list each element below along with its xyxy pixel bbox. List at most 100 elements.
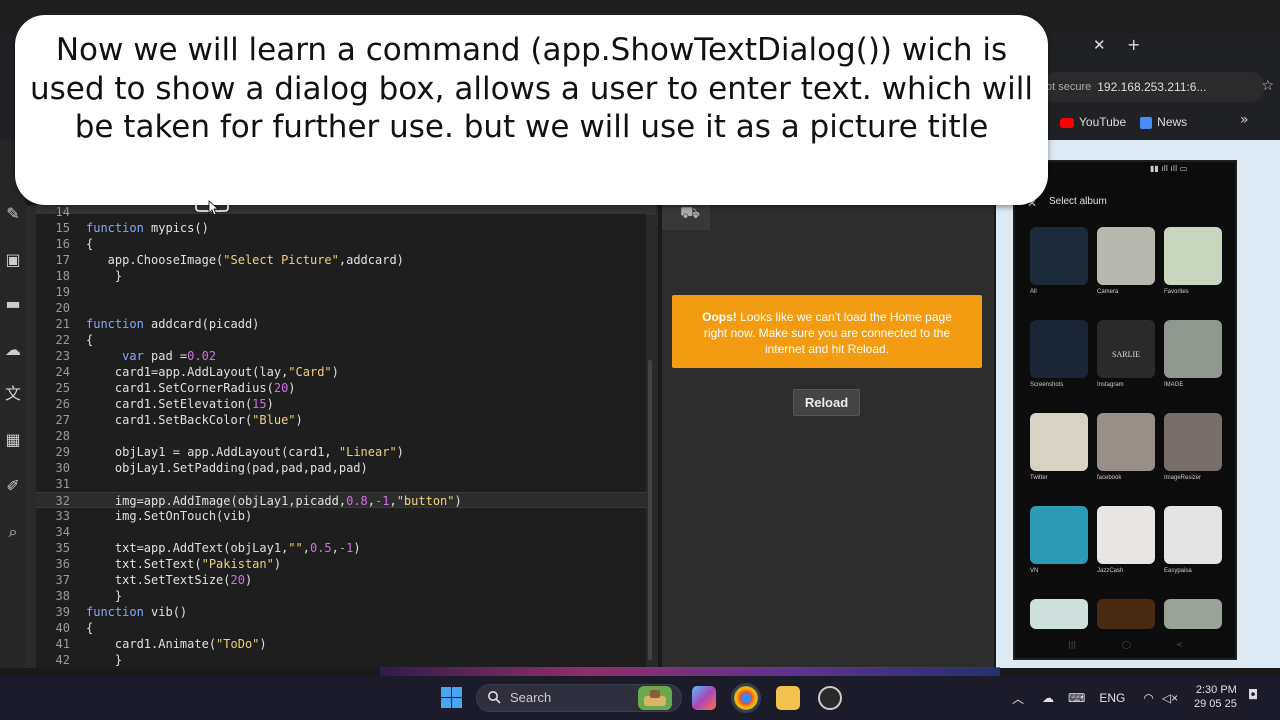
code-line[interactable]: 15 function mypics() <box>36 220 646 236</box>
code-text[interactable]: function vib() <box>86 604 187 620</box>
code-text[interactable]: } <box>86 268 122 284</box>
code-text[interactable]: card1.Animate("ToDo") <box>86 636 267 652</box>
nav-back-icon[interactable]: < <box>1176 640 1183 649</box>
language-indicator[interactable]: ENG <box>1099 691 1125 705</box>
code-text[interactable]: card1.SetCornerRadius(20) <box>86 380 296 396</box>
album-thumbnail[interactable] <box>1164 599 1222 629</box>
code-line[interactable]: 31 <box>36 476 646 492</box>
code-line[interactable]: 39 function vib() <box>36 604 646 620</box>
code-line[interactable]: 14 <box>36 204 646 220</box>
file-explorer-icon[interactable] <box>776 686 800 710</box>
code-line[interactable]: 21 function addcard(picadd) <box>36 316 646 332</box>
code-text[interactable]: card1.SetElevation(15) <box>86 396 274 412</box>
translate-icon[interactable]: 文 <box>3 384 23 404</box>
notification-icon[interactable]: ◘ <box>1248 688 1258 703</box>
bookmark-star-icon[interactable]: ☆ <box>1261 78 1274 94</box>
chip-icon[interactable]: ▦ <box>3 430 23 450</box>
code-text[interactable]: { <box>86 236 93 252</box>
code-line[interactable]: 38 } <box>36 588 646 604</box>
code-line[interactable]: 22 { <box>36 332 646 348</box>
album-thumbnail[interactable]: SARLIE <box>1097 320 1155 378</box>
obs-icon[interactable] <box>818 686 842 710</box>
album-thumbnail[interactable] <box>1097 506 1155 564</box>
code-text[interactable]: txt.SetTextSize(20) <box>86 572 252 588</box>
editor-scrollbar[interactable] <box>648 360 652 660</box>
code-text[interactable]: } <box>86 588 122 604</box>
code-text[interactable]: { <box>86 620 93 636</box>
code-line[interactable]: 19 <box>36 284 646 300</box>
windows-start-icon[interactable] <box>441 687 463 709</box>
code-line[interactable]: 17 app.ChooseImage("Select Picture",addc… <box>36 252 646 268</box>
volume-icon[interactable]: ◁× <box>1162 691 1178 705</box>
reload-button[interactable]: Reload <box>793 389 860 416</box>
code-line[interactable]: 16 { <box>36 236 646 252</box>
nav-home-icon[interactable]: ◯ <box>1122 640 1131 649</box>
address-url[interactable]: 192.168.253.211:6... <box>1097 80 1206 94</box>
code-line[interactable]: 40 { <box>36 620 646 636</box>
cart-icon[interactable]: ⛟ <box>680 203 700 224</box>
code-line[interactable]: 29 objLay1 = app.AddLayout(card1, "Linea… <box>36 444 646 460</box>
album-thumbnail[interactable] <box>1097 599 1155 629</box>
code-text[interactable]: card1=app.AddLayout(lay,"Card") <box>86 364 339 380</box>
code-line[interactable]: 42 } <box>36 652 646 668</box>
code-line[interactable]: 35 txt=app.AddText(objLay1,"",0.5,-1) <box>36 540 646 556</box>
code-line[interactable]: 28 <box>36 428 646 444</box>
address-bar[interactable]: ot secure 192.168.253.211:6... <box>1040 72 1265 102</box>
edit-icon[interactable]: ✐ <box>3 476 23 496</box>
code-line[interactable]: 27 card1.SetBackColor("Blue") <box>36 412 646 428</box>
bookmark-news[interactable]: News <box>1140 115 1187 129</box>
nav-recent-icon[interactable]: ||| <box>1068 640 1076 649</box>
keyboard-icon[interactable]: ⌨ <box>1068 691 1085 705</box>
code-text[interactable]: txt=app.AddText(objLay1,"",0.5,-1) <box>86 540 361 556</box>
bookmark-youtube[interactable]: YouTube <box>1060 115 1126 129</box>
code-text[interactable]: objLay1.SetPadding(pad,pad,pad,pad) <box>86 460 368 476</box>
code-line[interactable]: 18 } <box>36 268 646 284</box>
search-icon[interactable]: ⌕ <box>3 522 23 542</box>
code-text[interactable]: img=app.AddImage(objLay1,picadd,0.8,-1,"… <box>86 493 462 509</box>
clock[interactable]: 2:30 PM 29 05 25 <box>1194 683 1237 711</box>
code-line[interactable]: 24 card1=app.AddLayout(lay,"Card") <box>36 364 646 380</box>
code-text[interactable]: { <box>86 332 93 348</box>
album-thumbnail[interactable] <box>1030 599 1088 629</box>
album-thumbnail[interactable] <box>1030 227 1088 285</box>
code-line[interactable]: 26 card1.SetElevation(15) <box>36 396 646 412</box>
bookmarks-more-icon[interactable]: » <box>1240 112 1249 128</box>
code-line[interactable]: 23 var pad =0.02 <box>36 348 646 364</box>
code-text[interactable]: } <box>86 652 122 668</box>
code-line[interactable]: 20 <box>36 300 646 316</box>
code-line[interactable]: 30 objLay1.SetPadding(pad,pad,pad,pad) <box>36 460 646 476</box>
code-text[interactable]: img.SetOnTouch(vib) <box>86 508 252 524</box>
security-label[interactable]: ot secure <box>1046 81 1091 93</box>
wifi-icon[interactable]: ◠ <box>1143 691 1153 705</box>
chrome-icon[interactable] <box>734 686 758 710</box>
folder-icon[interactable]: ▬ <box>3 294 23 314</box>
new-tab-button[interactable]: + <box>1127 35 1140 54</box>
cloud-icon[interactable]: ☁ <box>3 340 23 360</box>
album-thumbnail[interactable] <box>1030 506 1088 564</box>
tab-close-button[interactable]: ✕ <box>1093 36 1106 54</box>
code-line[interactable]: 36 txt.SetText("Pakistan") <box>36 556 646 572</box>
album-thumbnail[interactable] <box>1164 320 1222 378</box>
code-text[interactable]: txt.SetText("Pakistan") <box>86 556 281 572</box>
album-thumbnail[interactable] <box>1030 413 1088 471</box>
code-line[interactable]: 25 card1.SetCornerRadius(20) <box>36 380 646 396</box>
cloud-off-icon[interactable]: ☁ <box>1042 691 1054 705</box>
code-text[interactable]: function addcard(picadd) <box>86 316 259 332</box>
code-line[interactable]: 34 <box>36 524 646 540</box>
code-line[interactable]: 41 card1.Animate("ToDo") <box>36 636 646 652</box>
album-thumbnail[interactable] <box>1164 413 1222 471</box>
code-line[interactable]: 37 txt.SetTextSize(20) <box>36 572 646 588</box>
code-text[interactable]: card1.SetBackColor("Blue") <box>86 412 303 428</box>
code-text[interactable]: var pad =0.02 <box>86 348 216 364</box>
code-line[interactable]: 32 img=app.AddImage(objLay1,picadd,0.8,-… <box>36 492 646 508</box>
code-text[interactable]: objLay1 = app.AddLayout(card1, "Linear") <box>86 444 404 460</box>
code-text[interactable]: app.ChooseImage("Select Picture",addcard… <box>86 252 404 268</box>
code-editor[interactable]: 14 15 function mypics() 16 {17 app.ChooseIma… <box>36 205 646 668</box>
pencil-icon[interactable]: ✎ <box>3 204 23 224</box>
code-text[interactable]: function mypics() <box>86 220 209 236</box>
tray-chevron-icon[interactable]: ︿ <box>1012 690 1024 707</box>
album-thumbnail[interactable] <box>1164 227 1222 285</box>
album-thumbnail[interactable] <box>1164 506 1222 564</box>
album-thumbnail[interactable] <box>1030 320 1088 378</box>
copilot-icon[interactable] <box>692 686 716 710</box>
